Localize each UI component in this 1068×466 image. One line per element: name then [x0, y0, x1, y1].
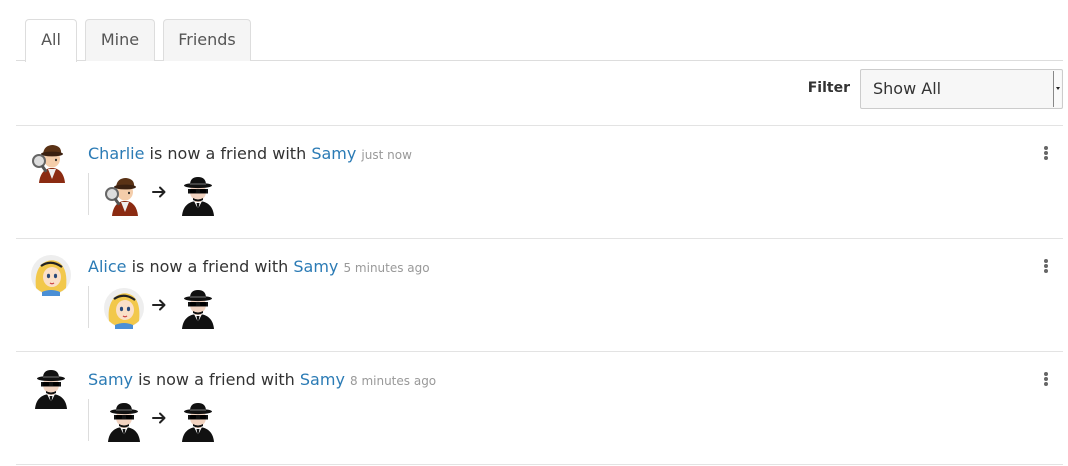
detective-avatar-icon[interactable] [103, 174, 145, 216]
feed-item: Samy is now a friend with Samy 8 minutes… [16, 352, 1063, 464]
timestamp: 8 minutes ago [350, 374, 437, 388]
tab-friends[interactable]: Friends [163, 19, 251, 61]
action-text: is now a friend with [138, 370, 295, 389]
target-link[interactable]: Samy [300, 370, 345, 389]
target-link[interactable]: Samy [311, 144, 356, 163]
feed-item: Alice is now a friend with Samy 5 minute… [16, 239, 1063, 351]
spy-avatar-icon[interactable] [177, 400, 219, 442]
more-options-icon[interactable] [1043, 259, 1049, 275]
actor-link[interactable]: Charlie [88, 144, 144, 163]
feed-headline: Alice is now a friend with Samy 5 minute… [88, 257, 430, 276]
actor-link[interactable]: Alice [88, 257, 126, 276]
timestamp: just now [361, 148, 412, 162]
activity-detail [88, 286, 89, 328]
filter-label: Filter [807, 80, 850, 96]
feed-headline: Charlie is now a friend with Samy just n… [88, 144, 412, 163]
alice-avatar-icon[interactable] [103, 287, 145, 329]
detective-avatar-icon[interactable] [30, 141, 72, 183]
filter-select[interactable]: Show All [860, 69, 1063, 109]
actor-link[interactable]: Samy [88, 370, 133, 389]
action-text: is now a friend with [131, 257, 289, 276]
feed-item: Charlie is now a friend with Samy just n… [16, 126, 1063, 238]
divider [16, 464, 1063, 465]
timestamp: 5 minutes ago [343, 261, 430, 275]
more-options-icon[interactable] [1043, 146, 1049, 162]
arrow-right-icon [151, 297, 167, 313]
tab-mine[interactable]: Mine [85, 19, 155, 61]
spy-avatar-icon[interactable] [177, 287, 219, 329]
action-text: is now a friend with [149, 144, 307, 163]
feed-headline: Samy is now a friend with Samy 8 minutes… [88, 370, 436, 389]
spy-avatar-icon[interactable] [177, 174, 219, 216]
spy-avatar-icon[interactable] [30, 367, 72, 409]
alice-avatar-icon[interactable] [30, 254, 72, 296]
arrow-right-icon [151, 184, 167, 200]
more-options-icon[interactable] [1043, 372, 1049, 388]
tab-all[interactable]: All [25, 19, 77, 62]
dropdown-arrow-icon [1053, 71, 1061, 107]
activity-detail [88, 173, 89, 215]
target-link[interactable]: Samy [293, 257, 338, 276]
spy-avatar-icon[interactable] [103, 400, 145, 442]
arrow-right-icon [151, 410, 167, 426]
activity-detail [88, 399, 89, 441]
tab-bar: All Mine Friends [16, 19, 1063, 62]
filter-selected-value: Show All [873, 79, 942, 98]
filter-row: Filter Show All [16, 69, 1063, 109]
